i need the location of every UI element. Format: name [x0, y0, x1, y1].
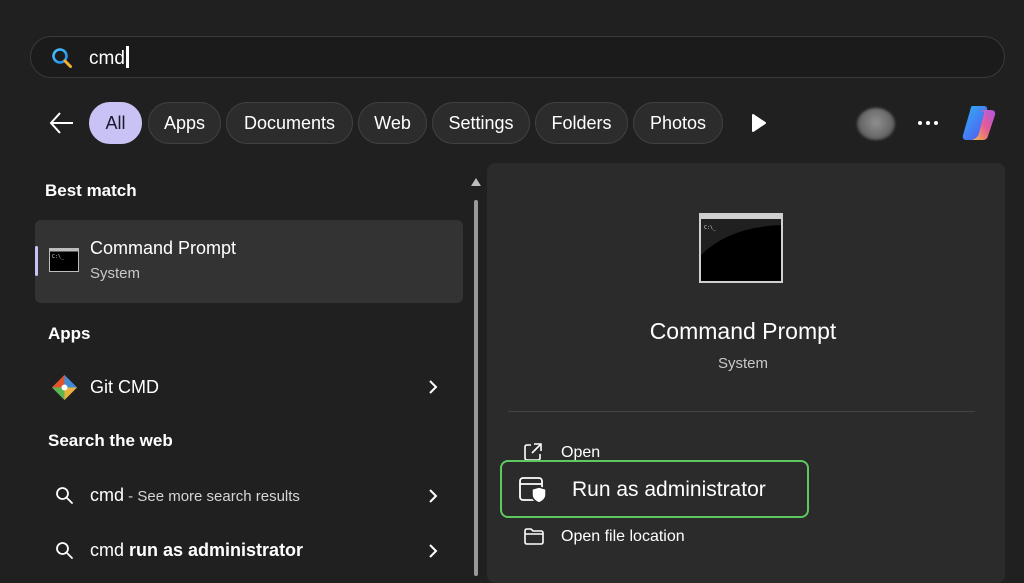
selection-indicator	[35, 246, 38, 276]
details-title: Command Prompt	[649, 318, 837, 344]
open-file-location-label: Open file location	[561, 528, 685, 545]
best-match-result[interactable]	[35, 220, 463, 303]
details-subtitle: System	[717, 355, 768, 372]
folder-icon	[524, 528, 544, 545]
svg-text:C:\_: C:\_	[704, 225, 717, 231]
svg-text:C:\_: C:\_	[52, 254, 65, 260]
scroll-up-arrow-icon[interactable]	[470, 177, 482, 187]
copilot-icon[interactable]	[958, 102, 1000, 144]
text-caret	[125, 46, 129, 68]
search-icon	[56, 542, 73, 559]
filter-chip-folders[interactable]: Folders	[535, 102, 628, 144]
best-match-title: Command Prompt	[90, 238, 237, 258]
web-result-suffix: run as administrator	[124, 540, 304, 560]
play-icon[interactable]	[750, 113, 768, 133]
more-options-icon[interactable]	[916, 113, 940, 133]
apps-heading: Apps	[48, 324, 91, 343]
details-divider	[508, 411, 975, 412]
search-icon	[52, 48, 72, 68]
back-arrow-icon[interactable]	[48, 109, 76, 137]
web-result-suffix: - See more search results	[124, 488, 300, 505]
git-cmd-icon	[52, 375, 77, 400]
web-result-query: cmd	[90, 540, 125, 560]
web-result-query: cmd	[90, 485, 125, 505]
chevron-right-icon	[429, 544, 438, 558]
web-result-more-text: cmd - See more search results	[90, 485, 300, 506]
filter-chip-web[interactable]: Web	[358, 102, 427, 144]
best-match-subtitle: System	[90, 265, 141, 282]
search-web-heading: Search the web	[48, 431, 173, 450]
filter-chip-apps[interactable]: Apps	[148, 102, 221, 144]
shield-window-icon	[519, 477, 547, 504]
filter-chip-documents[interactable]: Documents	[226, 102, 353, 144]
chevron-right-icon	[429, 489, 438, 503]
search-icon	[56, 487, 73, 504]
search-bar[interactable]: cmd	[30, 36, 1005, 78]
chevron-right-icon	[429, 380, 438, 394]
filter-chip-photos[interactable]: Photos	[633, 102, 723, 144]
filter-chip-all[interactable]: All	[89, 102, 142, 144]
open-external-icon	[524, 443, 542, 461]
avatar[interactable]	[857, 108, 895, 140]
web-result-run-admin-text: cmd run as administrator	[90, 540, 303, 561]
search-query: cmd	[89, 48, 125, 69]
run-as-administrator-label: Run as administrator	[572, 478, 766, 501]
command-prompt-large-icon: C:\_	[699, 213, 783, 283]
git-cmd-label: Git CMD	[90, 377, 159, 397]
best-match-heading: Best match	[45, 181, 137, 200]
search-input[interactable]: cmd	[89, 46, 129, 70]
scrollbar-thumb[interactable]	[474, 200, 478, 576]
command-prompt-icon: C:\_	[49, 248, 79, 272]
filter-chip-settings[interactable]: Settings	[432, 102, 530, 144]
